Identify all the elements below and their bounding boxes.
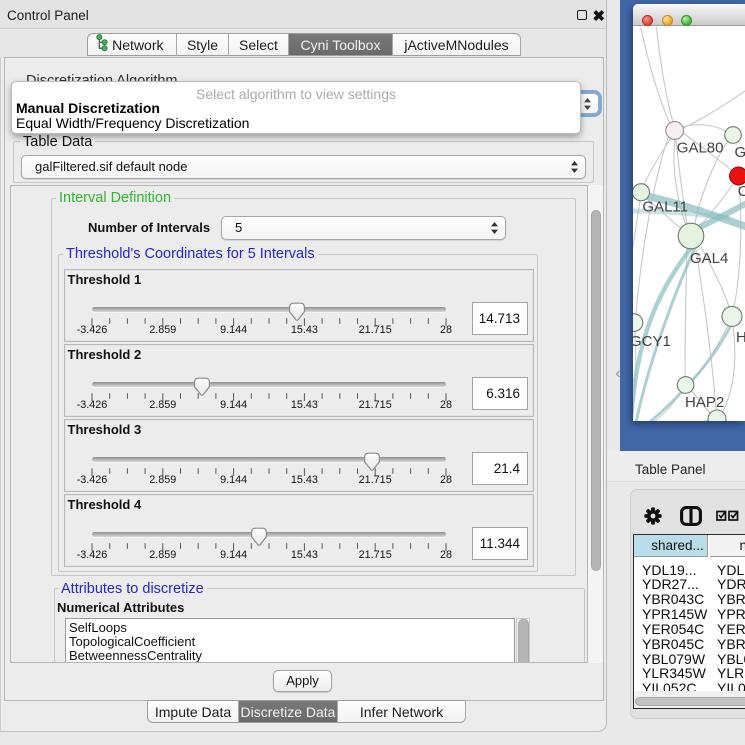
svg-text:GCY1: GCY1	[633, 333, 671, 350]
svg-text:GA: GA	[735, 144, 745, 161]
svg-text:H: H	[736, 329, 745, 346]
svg-text:GAL80: GAL80	[677, 140, 724, 157]
svg-text:GAL11: GAL11	[642, 199, 688, 216]
svg-text:C: C	[738, 183, 745, 200]
svg-text:GAL4: GAL4	[690, 250, 728, 267]
svg-text:HAP2: HAP2	[685, 394, 724, 411]
